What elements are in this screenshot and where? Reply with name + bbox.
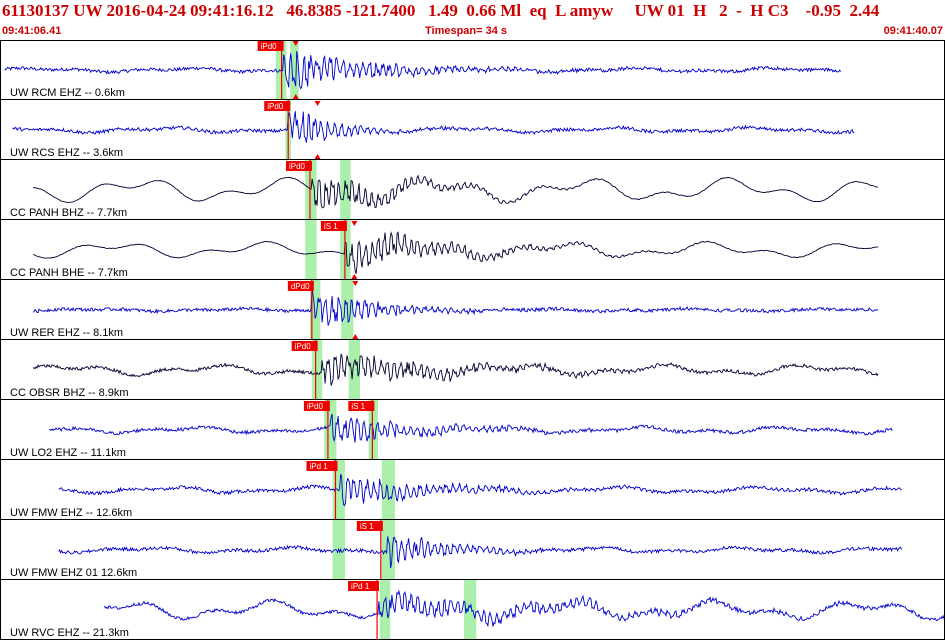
seismic-trace xyxy=(12,111,855,143)
pick-label: iPd0 xyxy=(289,162,306,171)
pick-label: iS 1 xyxy=(324,222,338,231)
phase-window xyxy=(305,220,317,280)
channel-row[interactable]: iS 1 CC PANH BHE -- 7.7km xyxy=(0,220,945,280)
start-time-label: 09:41:06.41 xyxy=(2,25,62,37)
phase-window xyxy=(348,340,361,400)
channel-label: UW RCM EHZ -- 0.6km xyxy=(10,87,125,99)
waveform-panel[interactable]: iPd0 UW RCM EHZ -- 0.6km iPd0 UW RCS EHZ --… xyxy=(0,40,945,640)
seismic-trace xyxy=(32,285,879,326)
timespan-label: Timespan= 34 s xyxy=(425,25,508,37)
channel-row[interactable]: iS 1 UW FMW EHZ 01 12.6km xyxy=(0,520,945,580)
channel-label: UW RCS EHZ -- 3.6km xyxy=(10,147,123,159)
channel-label: CC PANH BHZ -- 7.7km xyxy=(10,207,127,219)
arrival-marker-icon[interactable] xyxy=(314,101,321,106)
channel-label: UW LO2 EHZ -- 11.1km xyxy=(10,447,126,459)
channel-row[interactable]: iPd 1 UW RVC EHZ -- 21.3km xyxy=(0,580,945,640)
channel-row[interactable]: iPd0 UW RCS EHZ -- 3.6km xyxy=(0,100,945,160)
channel-row[interactable]: iPd0 CC OBSR BHZ -- 8.9km xyxy=(0,340,945,400)
pick-label: iPd0 xyxy=(307,402,324,411)
channel-label: UW FMW EHZ -- 12.6km xyxy=(10,507,132,519)
seismic-trace xyxy=(32,353,879,386)
phase-window xyxy=(340,160,351,220)
pick-label: iS 1 xyxy=(351,402,365,411)
seismic-trace xyxy=(58,536,903,569)
channel-row[interactable]: iPd 1 UW FMW EHZ -- 12.6km xyxy=(0,460,945,520)
seismic-trace xyxy=(48,413,893,443)
seismic-trace xyxy=(32,174,879,209)
seismic-trace xyxy=(103,589,945,628)
arrival-marker-icon[interactable] xyxy=(314,154,321,159)
pick-label: iPd0 xyxy=(295,342,312,351)
channel-label: UW RER EHZ -- 8.1km xyxy=(10,327,123,339)
arrival-marker-icon[interactable] xyxy=(351,274,358,279)
phase-window xyxy=(381,520,396,580)
pick-label: iPd 1 xyxy=(309,462,328,471)
channel-row[interactable]: iPd0 UW RCM EHZ -- 0.6km xyxy=(0,40,945,100)
pick-label: iPd 1 xyxy=(351,582,370,591)
pick-label: iS 1 xyxy=(360,522,374,531)
pick-label: iPd0 xyxy=(267,102,284,111)
phase-window xyxy=(290,40,299,100)
seismic-trace xyxy=(58,474,902,507)
pick-label: iPd0 xyxy=(261,42,278,51)
seismic-trace xyxy=(4,51,842,90)
channel-label: UW RVC EHZ -- 21.3km xyxy=(10,627,129,639)
seismic-trace xyxy=(32,231,879,274)
channel-label: UW FMW EHZ 01 12.6km xyxy=(10,567,137,579)
pick-label: dPd0 xyxy=(291,282,310,291)
event-summary-line: 61130137 UW 2016-04-24 09:41:16.12 46.83… xyxy=(2,1,880,20)
event-header: 61130137 UW 2016-04-24 09:41:16.12 46.83… xyxy=(0,0,945,40)
phase-window xyxy=(379,580,391,640)
channel-row[interactable]: dPd0 UW RER EHZ -- 8.1km xyxy=(0,280,945,340)
channel-label: CC PANH BHE -- 7.7km xyxy=(10,267,128,279)
channel-row[interactable]: iPd0 iS 1 UW LO2 EHZ -- 11.1km xyxy=(0,400,945,460)
arrival-marker-icon[interactable] xyxy=(351,221,358,226)
channel-row[interactable]: iPd0 CC PANH BHZ -- 7.7km xyxy=(0,160,945,220)
end-time-label: 09:41:40.07 xyxy=(883,25,943,37)
channel-label: CC OBSR BHZ -- 8.9km xyxy=(10,387,129,399)
